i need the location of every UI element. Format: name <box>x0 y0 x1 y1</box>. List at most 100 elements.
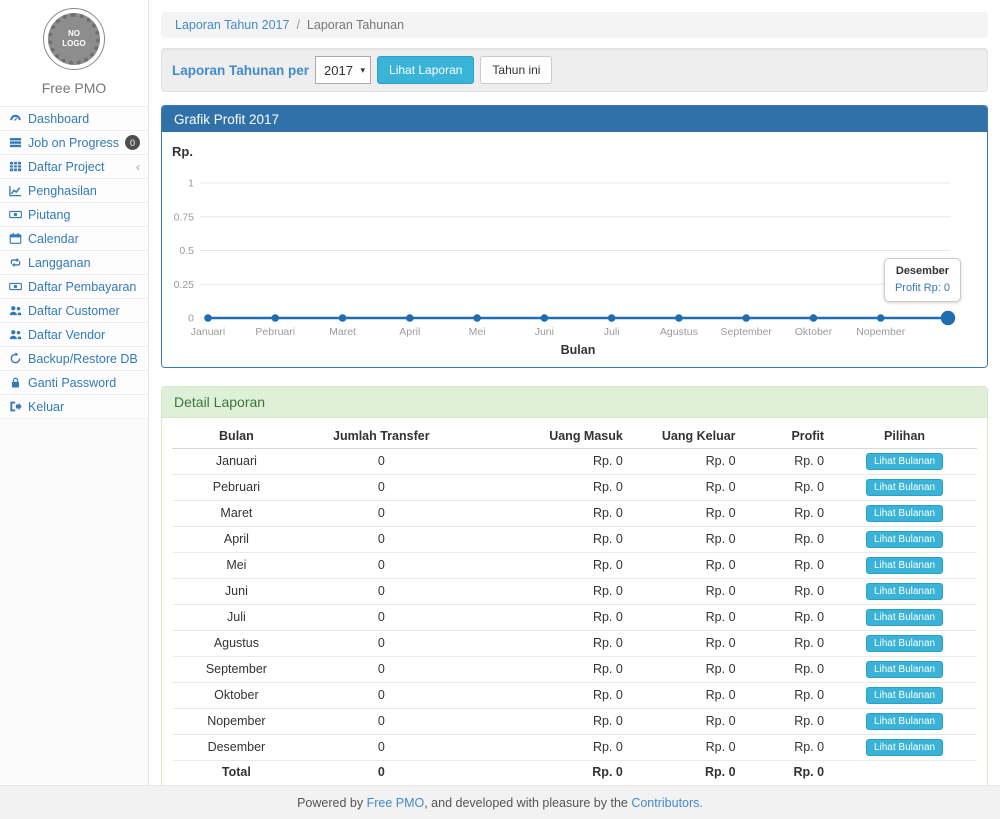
column-header: Pilihan <box>832 424 977 448</box>
breadcrumb-current: Laporan Tahunan <box>307 18 404 32</box>
lihat-bulanan-button[interactable]: Lihat Bulanan <box>866 583 943 600</box>
lihat-bulanan-button[interactable]: Lihat Bulanan <box>866 661 943 678</box>
sidebar-item-label: Keluar <box>28 400 64 414</box>
sidebar-item-daftar-pembayaran[interactable]: Daftar Pembayaran <box>0 275 148 299</box>
lihat-bulanan-button[interactable]: Lihat Bulanan <box>866 453 943 470</box>
data-point-januari[interactable] <box>204 314 212 322</box>
sidebar-item-label: Backup/Restore DB <box>28 352 138 366</box>
x-axis-label: Bulan <box>561 343 596 357</box>
data-point-mei[interactable] <box>473 314 481 322</box>
y-tick-label: 0.25 <box>174 279 195 291</box>
year-select-value: 2017 <box>324 63 353 78</box>
sidebar-item-dashboard[interactable]: Dashboard <box>0 107 148 131</box>
table-cell: Rp. 0 <box>631 578 744 604</box>
x-tick-label: April <box>399 326 420 338</box>
sidebar-menu: DashboardJob on Progress0Daftar Project‹… <box>0 106 148 419</box>
brand-name: Free PMO <box>0 74 148 106</box>
data-point-september[interactable] <box>742 314 750 322</box>
y-tick-label: 0.75 <box>174 211 195 223</box>
chart-tooltip: Desember Profit Rp: 0 <box>884 258 961 302</box>
table-cell: 0 <box>301 474 462 500</box>
x-tick-label: Maret <box>329 326 356 338</box>
sidebar-item-calendar[interactable]: Calendar <box>0 227 148 251</box>
refresh-icon <box>8 352 22 366</box>
table-row: Agustus0Rp. 0Rp. 0Rp. 0Lihat Bulanan <box>172 630 977 656</box>
lihat-bulanan-button[interactable]: Lihat Bulanan <box>866 635 943 652</box>
chevron-left-icon: ‹ <box>136 160 140 174</box>
lihat-bulanan-button[interactable]: Lihat Bulanan <box>866 531 943 548</box>
x-tick-label: Oktober <box>795 326 833 338</box>
table-cell: Juni <box>172 578 301 604</box>
table-row: Pebruari0Rp. 0Rp. 0Rp. 0Lihat Bulanan <box>172 474 977 500</box>
table-cell: Rp. 0 <box>744 578 833 604</box>
column-header: Bulan <box>172 424 301 448</box>
sidebar-item-piutang[interactable]: Piutang <box>0 203 148 227</box>
breadcrumb: Laporan Tahun 2017 / Laporan Tahunan <box>161 12 988 38</box>
table-cell: Rp. 0 <box>462 448 631 474</box>
lihat-bulanan-button[interactable]: Lihat Bulanan <box>866 713 943 730</box>
table-row: Juli0Rp. 0Rp. 0Rp. 0Lihat Bulanan <box>172 604 977 630</box>
table-cell: Rp. 0 <box>631 448 744 474</box>
data-point-juni[interactable] <box>541 314 549 322</box>
table-cell: Agustus <box>172 630 301 656</box>
sidebar-item-job-on-progress[interactable]: Job on Progress0 <box>0 131 148 155</box>
table-cell: Juli <box>172 604 301 630</box>
data-point-desember[interactable] <box>941 311 955 325</box>
column-header: Jumlah Transfer <box>301 424 462 448</box>
lihat-bulanan-button[interactable]: Lihat Bulanan <box>866 739 943 756</box>
table-cell: 0 <box>301 734 462 760</box>
sidebar-item-daftar-project[interactable]: Daftar Project‹ <box>0 155 148 179</box>
free-pmo-link[interactable]: Free PMO <box>367 796 425 810</box>
sidebar-item-daftar-customer[interactable]: Daftar Customer <box>0 299 148 323</box>
sidebar-item-daftar-vendor[interactable]: Daftar Vendor <box>0 323 148 347</box>
table-cell: Nopember <box>172 708 301 734</box>
sidebar-item-label: Penghasilan <box>28 184 97 198</box>
lihat-bulanan-button[interactable]: Lihat Bulanan <box>866 687 943 704</box>
tahun-ini-button[interactable]: Tahun ini <box>480 56 552 84</box>
table-row: Januari0Rp. 0Rp. 0Rp. 0Lihat Bulanan <box>172 448 977 474</box>
table-cell: Pebruari <box>172 474 301 500</box>
filter-label: Laporan Tahunan per <box>172 63 309 78</box>
sidebar-item-penghasilan[interactable]: Penghasilan <box>0 179 148 203</box>
report-table: BulanJumlah TransferUang MasukUang Kelua… <box>172 424 977 784</box>
table-cell: Rp. 0 <box>462 630 631 656</box>
table-cell: Rp. 0 <box>462 526 631 552</box>
table-row: September0Rp. 0Rp. 0Rp. 0Lihat Bulanan <box>172 656 977 682</box>
table-row: Nopember0Rp. 0Rp. 0Rp. 0Lihat Bulanan <box>172 708 977 734</box>
sidebar-item-ganti-password[interactable]: Ganti Password <box>0 371 148 395</box>
lock-icon <box>8 376 22 390</box>
breadcrumb-link-laporan-tahun[interactable]: Laporan Tahun 2017 <box>175 18 289 32</box>
sidebar-item-keluar[interactable]: Keluar <box>0 395 148 419</box>
table-cell: Rp. 0 <box>631 500 744 526</box>
sidebar-item-langganan[interactable]: Langganan <box>0 251 148 275</box>
data-point-juli[interactable] <box>608 314 616 322</box>
users-icon <box>8 304 22 318</box>
money-icon <box>8 280 22 294</box>
year-select[interactable]: 2017 ▾ <box>315 56 371 84</box>
contributors-link[interactable]: Contributors. <box>631 796 703 810</box>
table-cell: Rp. 0 <box>462 578 631 604</box>
lihat-laporan-button[interactable]: Lihat Laporan <box>377 56 474 84</box>
table-cell: April <box>172 526 301 552</box>
table-row: April0Rp. 0Rp. 0Rp. 0Lihat Bulanan <box>172 526 977 552</box>
data-point-oktober[interactable] <box>810 314 818 322</box>
data-point-april[interactable] <box>406 314 414 322</box>
lihat-bulanan-button[interactable]: Lihat Bulanan <box>866 479 943 496</box>
line-chart-icon <box>8 184 22 198</box>
data-point-maret[interactable] <box>339 314 347 322</box>
table-cell: Rp. 0 <box>744 474 833 500</box>
sidebar-item-backup-restore-db[interactable]: Backup/Restore DB <box>0 347 148 371</box>
table-cell: Rp. 0 <box>631 734 744 760</box>
lihat-bulanan-button[interactable]: Lihat Bulanan <box>866 505 943 522</box>
lihat-bulanan-button[interactable]: Lihat Bulanan <box>866 609 943 626</box>
table-cell: Rp. 0 <box>462 604 631 630</box>
column-header: Uang Keluar <box>631 424 744 448</box>
table-cell: Rp. 0 <box>631 656 744 682</box>
x-tick-label: Januari <box>191 326 225 338</box>
lihat-bulanan-button[interactable]: Lihat Bulanan <box>866 557 943 574</box>
column-header: Profit <box>744 424 833 448</box>
data-point-pebruari[interactable] <box>271 314 279 322</box>
table-cell: Rp. 0 <box>744 448 833 474</box>
data-point-agustus[interactable] <box>675 314 683 322</box>
data-point-nopember[interactable] <box>877 314 885 322</box>
